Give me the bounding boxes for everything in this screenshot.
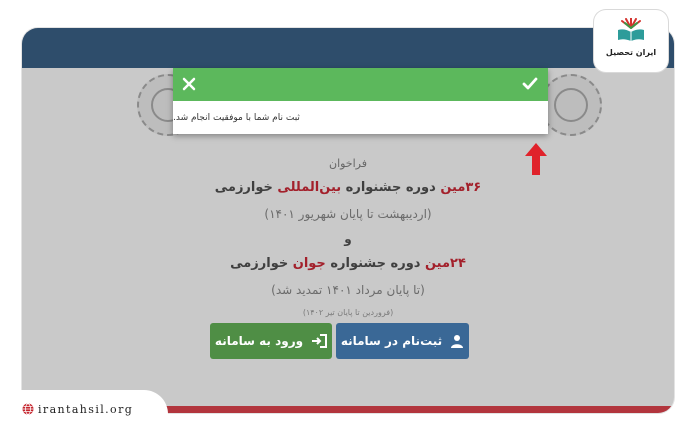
small-note: (فروردین تا پایان تیر ۱۴۰۲): [302, 308, 394, 317]
irantahsil-logo: ایران تحصیل: [594, 10, 668, 72]
festival1-text-b: خوارزمی: [214, 180, 278, 195]
festival1-text-a: دوره جشنواره: [341, 180, 441, 195]
globe-icon: [22, 403, 34, 415]
sign-in-icon: [312, 334, 328, 348]
login-button[interactable]: ورود به سامانه: [210, 323, 332, 359]
success-message: ثبت نام شما با موفقیت انجام شد.: [173, 112, 300, 123]
site-header-bar: [22, 28, 674, 68]
check-icon: [522, 77, 538, 90]
festival2-text-a: دوره جشنواره: [325, 256, 425, 271]
right-emblem-logo: [540, 74, 602, 136]
festival1-title: ۳۶مین دوره جشنواره بین‌المللی خوارزمی: [22, 175, 674, 201]
festival1-ordinal: ۳۶مین: [440, 180, 482, 195]
register-button-label: ثبت‌نام در سامانه: [340, 334, 443, 348]
modal-body: ثبت نام شما با موفقیت انجام شد.: [173, 101, 548, 134]
red-arrow-up-icon: [525, 143, 547, 175]
success-modal: ثبت نام شما با موفقیت انجام شد.: [173, 68, 548, 134]
action-buttons: ثبت‌نام در سامانه ورود به سامانه: [0, 323, 700, 359]
register-button[interactable]: ثبت‌نام در سامانه: [336, 323, 469, 359]
call-heading: فراخوان: [328, 157, 367, 170]
site-url-text: irantahsil.org: [38, 402, 134, 416]
user-icon: [451, 335, 464, 348]
festival2-period: (تا پایان مرداد ۱۴۰۱ تمدید شد): [271, 283, 425, 297]
festival2-title: ۲۴مین دوره جشنواره جوان خوارزمی: [22, 251, 674, 277]
festival2-text-b: خوارزمی: [230, 256, 293, 271]
festival2-ordinal: ۲۴مین: [424, 256, 466, 271]
announcement: فراخوان ۳۶مین دوره جشنواره بین‌المللی خو…: [22, 153, 674, 323]
modal-header: [173, 68, 548, 101]
logo-name: ایران تحصیل: [605, 48, 657, 57]
festival2-highlight: جوان: [292, 256, 326, 271]
and-text: و: [344, 232, 352, 246]
login-button-label: ورود به سامانه: [214, 334, 304, 348]
site-url: irantahsil.org: [22, 401, 133, 417]
festival1-period: (اردیبهشت تا پایان شهریور ۱۴۰۱): [264, 207, 432, 221]
festival1-highlight: بین‌المللی: [277, 180, 342, 195]
book-logo-icon: [618, 18, 644, 41]
close-icon[interactable]: [181, 76, 197, 92]
